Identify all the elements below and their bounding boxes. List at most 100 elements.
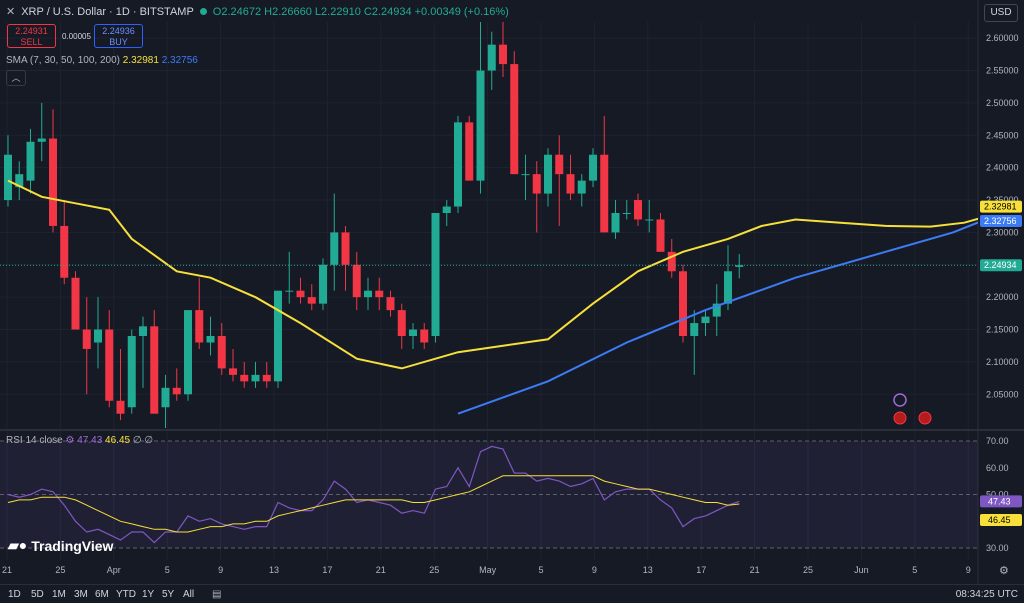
buy-button[interactable]: 2.24936 BUY xyxy=(94,24,143,48)
sell-label: SELL xyxy=(20,37,43,47)
time-tick-label: 25 xyxy=(429,565,439,575)
sma-legend[interactable]: SMA (7, 30, 50, 100, 200) 2.32981 2.3275… xyxy=(6,55,198,66)
candle-body xyxy=(116,400,125,414)
sell-button[interactable]: 2.24931 SELL xyxy=(7,24,56,48)
price-tick-label: 2.55000 xyxy=(986,66,1019,76)
timeframe-3m[interactable]: 3M xyxy=(74,589,88,600)
flag-event-icon xyxy=(918,411,932,425)
time-tick-label: Apr xyxy=(107,565,121,575)
candle-body xyxy=(341,232,350,265)
date-range-icon[interactable]: ▤ xyxy=(212,589,221,600)
symbol-title[interactable]: XRP / U.S. Dollar · 1D · BITSTAMP xyxy=(21,6,194,18)
time-tick-label: 5 xyxy=(538,565,543,575)
candle-body xyxy=(465,122,474,181)
collapse-legend-button[interactable]: ︿ xyxy=(6,70,26,86)
time-tick-label: 13 xyxy=(643,565,653,575)
rsi-group xyxy=(0,440,978,549)
timeframe-5y[interactable]: 5Y xyxy=(162,589,174,600)
timeframe-ytd[interactable]: YTD xyxy=(116,589,136,600)
rsi-badge: 47.43 xyxy=(988,496,1011,506)
candle-body xyxy=(634,200,642,220)
ohlc-values: O2.24672 H2.26660 L2.22910 C2.24934 +0.0… xyxy=(212,5,509,18)
tradingview-logo-icon: ▰● xyxy=(8,537,28,553)
tradingview-logo[interactable]: ▰● TradingView xyxy=(8,537,113,554)
candle-body xyxy=(442,206,451,213)
timeframe-1y[interactable]: 1Y xyxy=(142,589,154,600)
candle-body xyxy=(724,271,732,304)
time-tick-label: Jun xyxy=(854,565,869,575)
timeframe-6m[interactable]: 6M xyxy=(95,589,109,600)
price-tick-label: 2.40000 xyxy=(986,163,1019,173)
candle-body xyxy=(386,297,395,311)
candle-body xyxy=(296,290,305,298)
timeframe-all[interactable]: All xyxy=(183,589,194,600)
rsi-tick-label: 60.00 xyxy=(986,463,1009,473)
settings-icon[interactable]: ⚙ xyxy=(65,435,74,446)
sma2-badge: 2.32756 xyxy=(984,216,1017,226)
candle-body xyxy=(611,213,620,233)
time-tick-label: 5 xyxy=(165,565,170,575)
candle-body xyxy=(735,265,744,267)
candle-body xyxy=(330,232,339,265)
candle-body xyxy=(544,154,552,194)
close-symbol-icon[interactable]: ✕ xyxy=(6,5,15,18)
candle-body xyxy=(645,219,654,221)
candle-body xyxy=(589,154,597,181)
candle-body xyxy=(240,374,249,382)
candle-body xyxy=(37,138,46,142)
utc-clock[interactable]: 08:34:25 UTC xyxy=(956,589,1018,600)
candle-body xyxy=(251,374,260,382)
sma1-badge: 2.32981 xyxy=(984,202,1017,212)
sma-value-1: 2.32981 xyxy=(122,55,159,66)
time-tick-label: 9 xyxy=(966,565,971,575)
candle-body xyxy=(150,326,159,414)
axis-settings-icon: ⚙ xyxy=(999,565,1009,577)
rsi-ma-value: 46.45 xyxy=(105,435,131,446)
symbol-header: ✕ XRP / U.S. Dollar · 1D · BITSTAMP O2.2… xyxy=(6,5,509,19)
candle-body xyxy=(285,290,294,292)
candle-body xyxy=(420,329,429,343)
candle-body xyxy=(217,336,226,369)
candle-body xyxy=(409,329,417,337)
time-tick-label: May xyxy=(479,565,497,575)
candle-body xyxy=(60,225,69,278)
candle-body xyxy=(487,44,496,71)
rsi-label: RSI 14 close xyxy=(6,435,63,446)
time-tick-label: 9 xyxy=(592,565,597,575)
candle-body xyxy=(375,290,384,298)
candle-body xyxy=(195,310,204,343)
candle-body xyxy=(701,316,710,324)
time-tick-label: 13 xyxy=(269,565,279,575)
candle-body xyxy=(566,174,575,194)
candle-body xyxy=(521,174,530,176)
candle-body xyxy=(397,310,406,337)
candle-body xyxy=(622,213,631,214)
spread-value: 0.00005 xyxy=(62,32,91,41)
time-tick-label: 17 xyxy=(322,565,332,575)
candle-body xyxy=(431,213,440,337)
rsi-ma-badge: 46.45 xyxy=(988,515,1011,525)
timeframe-1m[interactable]: 1M xyxy=(52,589,66,600)
time-tick-label: 17 xyxy=(696,565,706,575)
chart-canvas[interactable]: 2.600002.550002.500002.450002.400002.350… xyxy=(0,0,1024,603)
time-tick-label: 9 xyxy=(218,565,223,575)
candle-body xyxy=(49,138,57,226)
candle-body xyxy=(71,277,80,330)
currency-select[interactable]: USD xyxy=(984,4,1018,22)
candle-body xyxy=(4,154,12,201)
rsi-legend[interactable]: RSI 14 close ⚙ 47.43 46.45 ∅ ∅ xyxy=(6,435,153,446)
candle-body xyxy=(319,264,327,304)
price-tick-label: 2.15000 xyxy=(986,325,1019,335)
candle-body xyxy=(476,70,485,181)
candle-body xyxy=(454,122,462,207)
chevron-up-icon: ︿ xyxy=(11,73,21,83)
candle-body xyxy=(656,219,665,252)
timeframe-1d[interactable]: 1D xyxy=(8,589,21,600)
timeframe-5d[interactable]: 5D xyxy=(31,589,44,600)
price-tick-label: 2.50000 xyxy=(986,98,1019,108)
candle-body xyxy=(229,368,237,375)
price-tick-label: 2.10000 xyxy=(986,357,1019,367)
time-tick-label: 25 xyxy=(803,565,813,575)
sell-price: 2.24931 xyxy=(15,26,48,36)
candle-body xyxy=(105,329,114,401)
